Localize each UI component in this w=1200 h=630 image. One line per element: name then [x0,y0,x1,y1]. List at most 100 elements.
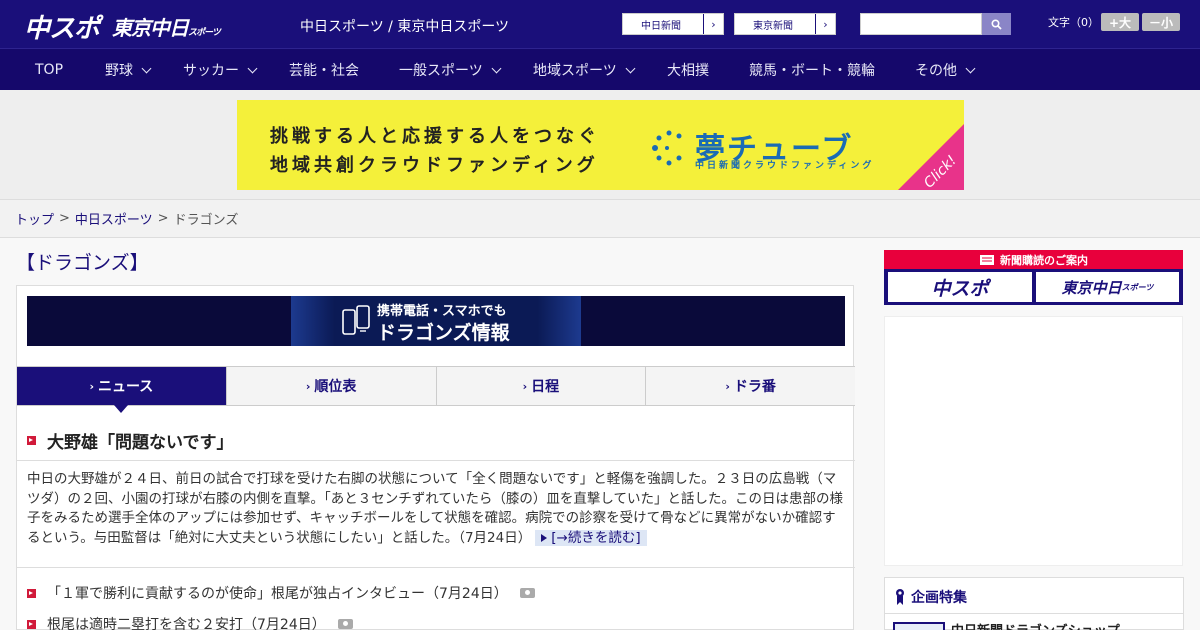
tokyo-logo-text: 東京中日 [112,16,189,40]
news-title: 「１軍で勝利に貢献するのが使命」根尾が独占インタビュー（7月24日） [47,586,508,602]
breadcrumb-top[interactable]: トップ [15,209,54,228]
camera-icon [337,619,353,629]
content-box: 携帯電話・スマホでも ドラゴンズ情報 › ニュース › 順位表 › 日程 › ドラ番 大… [16,285,855,630]
nav-label: サッカー [183,63,239,79]
banner-line-1: 挑戦する人と応援する人をつなぐ [270,126,600,147]
search-input[interactable] [860,13,982,35]
mobile-banner-line-1: 携帯電話・スマホでも [377,304,507,319]
subscribe-chusupo-button[interactable]: 中スポ [888,272,1032,302]
tab-schedule[interactable]: › 日程 [436,367,647,405]
article-text: 中日の大野雄が２４日、前日の試合で打球を受けた右脚の状態について「全く問題ないで… [27,471,843,546]
newspaper-icon [980,254,994,265]
mobile-dragons-banner[interactable]: 携帯電話・スマホでも ドラゴンズ情報 [27,296,845,346]
breadcrumb-current: ドラゴンズ [173,213,239,228]
nav-label: 一般スポーツ [399,63,483,79]
article-date: （7月24日） [458,529,532,546]
nav-item-entertainment[interactable]: 芸能・社会 [289,49,359,91]
nav-label: 競馬・ボート・競輪 [749,63,875,79]
dots-logo-icon [652,130,682,166]
feature-thumbnail[interactable] [893,622,945,630]
play-arrow-icon [541,533,548,542]
chevron-down-icon [247,63,258,73]
chevron-down-icon [625,63,636,73]
article-body: 中日の大野雄が２４日、前日の試合で打球を受けた右脚の状態について「全く問題ないで… [27,470,845,548]
bullet-arrow-icon [27,619,36,629]
list-item[interactable]: 「１軍で勝利に貢献するのが使命」根尾が独占インタビュー（7月24日） [27,583,535,603]
chevron-right-icon: › [522,379,528,393]
tab-dora-ban[interactable]: › ドラ番 [646,367,855,405]
tab-label: 日程 [531,379,560,395]
search-icon [991,18,1002,30]
nav-item-soccer[interactable]: サッカー [183,49,258,91]
list-item[interactable]: 根尾は適時二塁打を含む２安打（7月24日） [27,614,353,630]
nav-item-regional-sports[interactable]: 地域スポーツ [533,49,636,91]
breadcrumb-separator: > [157,211,169,226]
ad-banner-area: 挑戦する人と応援する人をつなぐ 地域共創クラウドファンディング 夢チューブ 中日… [0,90,1200,200]
subscription-header: 新聞購読のご案内 [884,250,1183,269]
divider [17,567,855,568]
chevron-right-icon: › [703,14,723,34]
chunichi-shimbun-link[interactable]: 中日新聞 › [622,13,724,35]
nav-label: 野球 [105,63,133,79]
text-size-down-button[interactable]: －小 [1142,13,1180,31]
nav-label: 芸能・社会 [289,63,359,79]
chunichi-shimbun-label: 中日新聞 [641,20,681,32]
subscription-box: 新聞購読のご案内 中スポ 東京中日 スポーツ [884,250,1183,305]
read-more-link[interactable]: [→続きを読む] [535,529,647,546]
nav-item-sumo[interactable]: 大相撲 [667,49,709,91]
site-title: 中日スポーツ / 東京中日スポーツ [300,19,510,35]
chevron-down-icon [965,63,976,73]
sidebar-ad-slot[interactable] [884,316,1183,566]
divider [885,613,1183,614]
nav-label: その他 [915,63,957,79]
text-size-up-button[interactable]: +大 [1101,13,1139,31]
banner-line-2: 地域共創クラウドファンディング [270,155,599,176]
tab-bar: › ニュース › 順位表 › 日程 › ドラ番 [17,366,855,413]
text-size-label: 文字（0） [1048,16,1099,29]
tab-news[interactable]: › ニュース [17,367,227,413]
feature-box: 企画特集 中日新聞ドラゴンズショップ [884,577,1184,630]
article-headline[interactable]: 大野雄「問題ないです」 [27,428,234,453]
nav-label: 地域スポーツ [533,63,617,79]
chevron-down-icon [141,63,152,73]
chevron-right-icon: › [89,379,94,393]
feature-item-dragons-shop[interactable]: 中日新聞ドラゴンズショップ [951,620,1120,630]
tokyo-logo-small: スポーツ [188,28,221,38]
nav-label: TOP [35,62,64,78]
tokyo-shimbun-link[interactable]: 東京新聞 › [734,13,836,35]
page-title: 【ドラゴンズ】 [16,252,149,274]
read-more-label: [→続きを読む] [551,529,641,546]
ribbon-icon [896,589,904,605]
breadcrumb-separator: > [59,211,70,226]
camera-icon [519,588,535,598]
breadcrumb-chunichi-sports[interactable]: 中日スポーツ [75,209,153,228]
tab-standings[interactable]: › 順位表 [226,367,437,405]
tab-label: ドラ番 [733,379,776,395]
mobile-phone-icon [342,305,370,335]
subscribe-tokyo-chunichi-button[interactable]: 東京中日 スポーツ [1036,272,1179,302]
site-header: 中スポ 東京中日スポーツ 中日スポーツ / 東京中日スポーツ 中日新聞 › 東京… [0,0,1200,48]
tokyo-shimbun-label: 東京新聞 [753,20,793,32]
nav-item-baseball[interactable]: 野球 [105,49,152,91]
yume-tube-subtitle: 中日新聞クラウドファンディング [695,161,875,171]
bullet-arrow-icon [27,588,36,598]
search-button[interactable] [982,13,1011,35]
tab-label: ニュース [97,379,154,395]
chevron-right-icon: › [815,14,835,34]
nav-item-general-sports[interactable]: 一般スポーツ [399,49,502,91]
feature-title-label: 企画特集 [911,590,967,606]
nav-item-racing[interactable]: 競馬・ボート・競輪 [749,49,875,91]
subscribe-tokyo-label: 東京中日 [1061,278,1122,297]
chevron-right-icon: › [725,379,730,393]
chevron-right-icon: › [305,379,311,393]
nav-item-others[interactable]: その他 [915,49,976,91]
nav-item-top[interactable]: TOP [35,49,63,91]
tokyo-chunichi-logo[interactable]: 東京中日スポーツ [112,12,221,41]
news-title: 根尾は適時二塁打を含む２安打（7月24日） [47,617,326,630]
feature-title: 企画特集 [895,587,967,607]
divider [17,460,855,461]
yume-tube-banner[interactable]: 挑戦する人と応援する人をつなぐ 地域共創クラウドファンディング 夢チューブ 中日… [237,100,964,190]
chevron-down-icon [491,63,502,73]
headline-text: 大野雄「問題ないです」 [47,433,234,453]
chusupo-logo[interactable]: 中スポ [24,8,100,45]
